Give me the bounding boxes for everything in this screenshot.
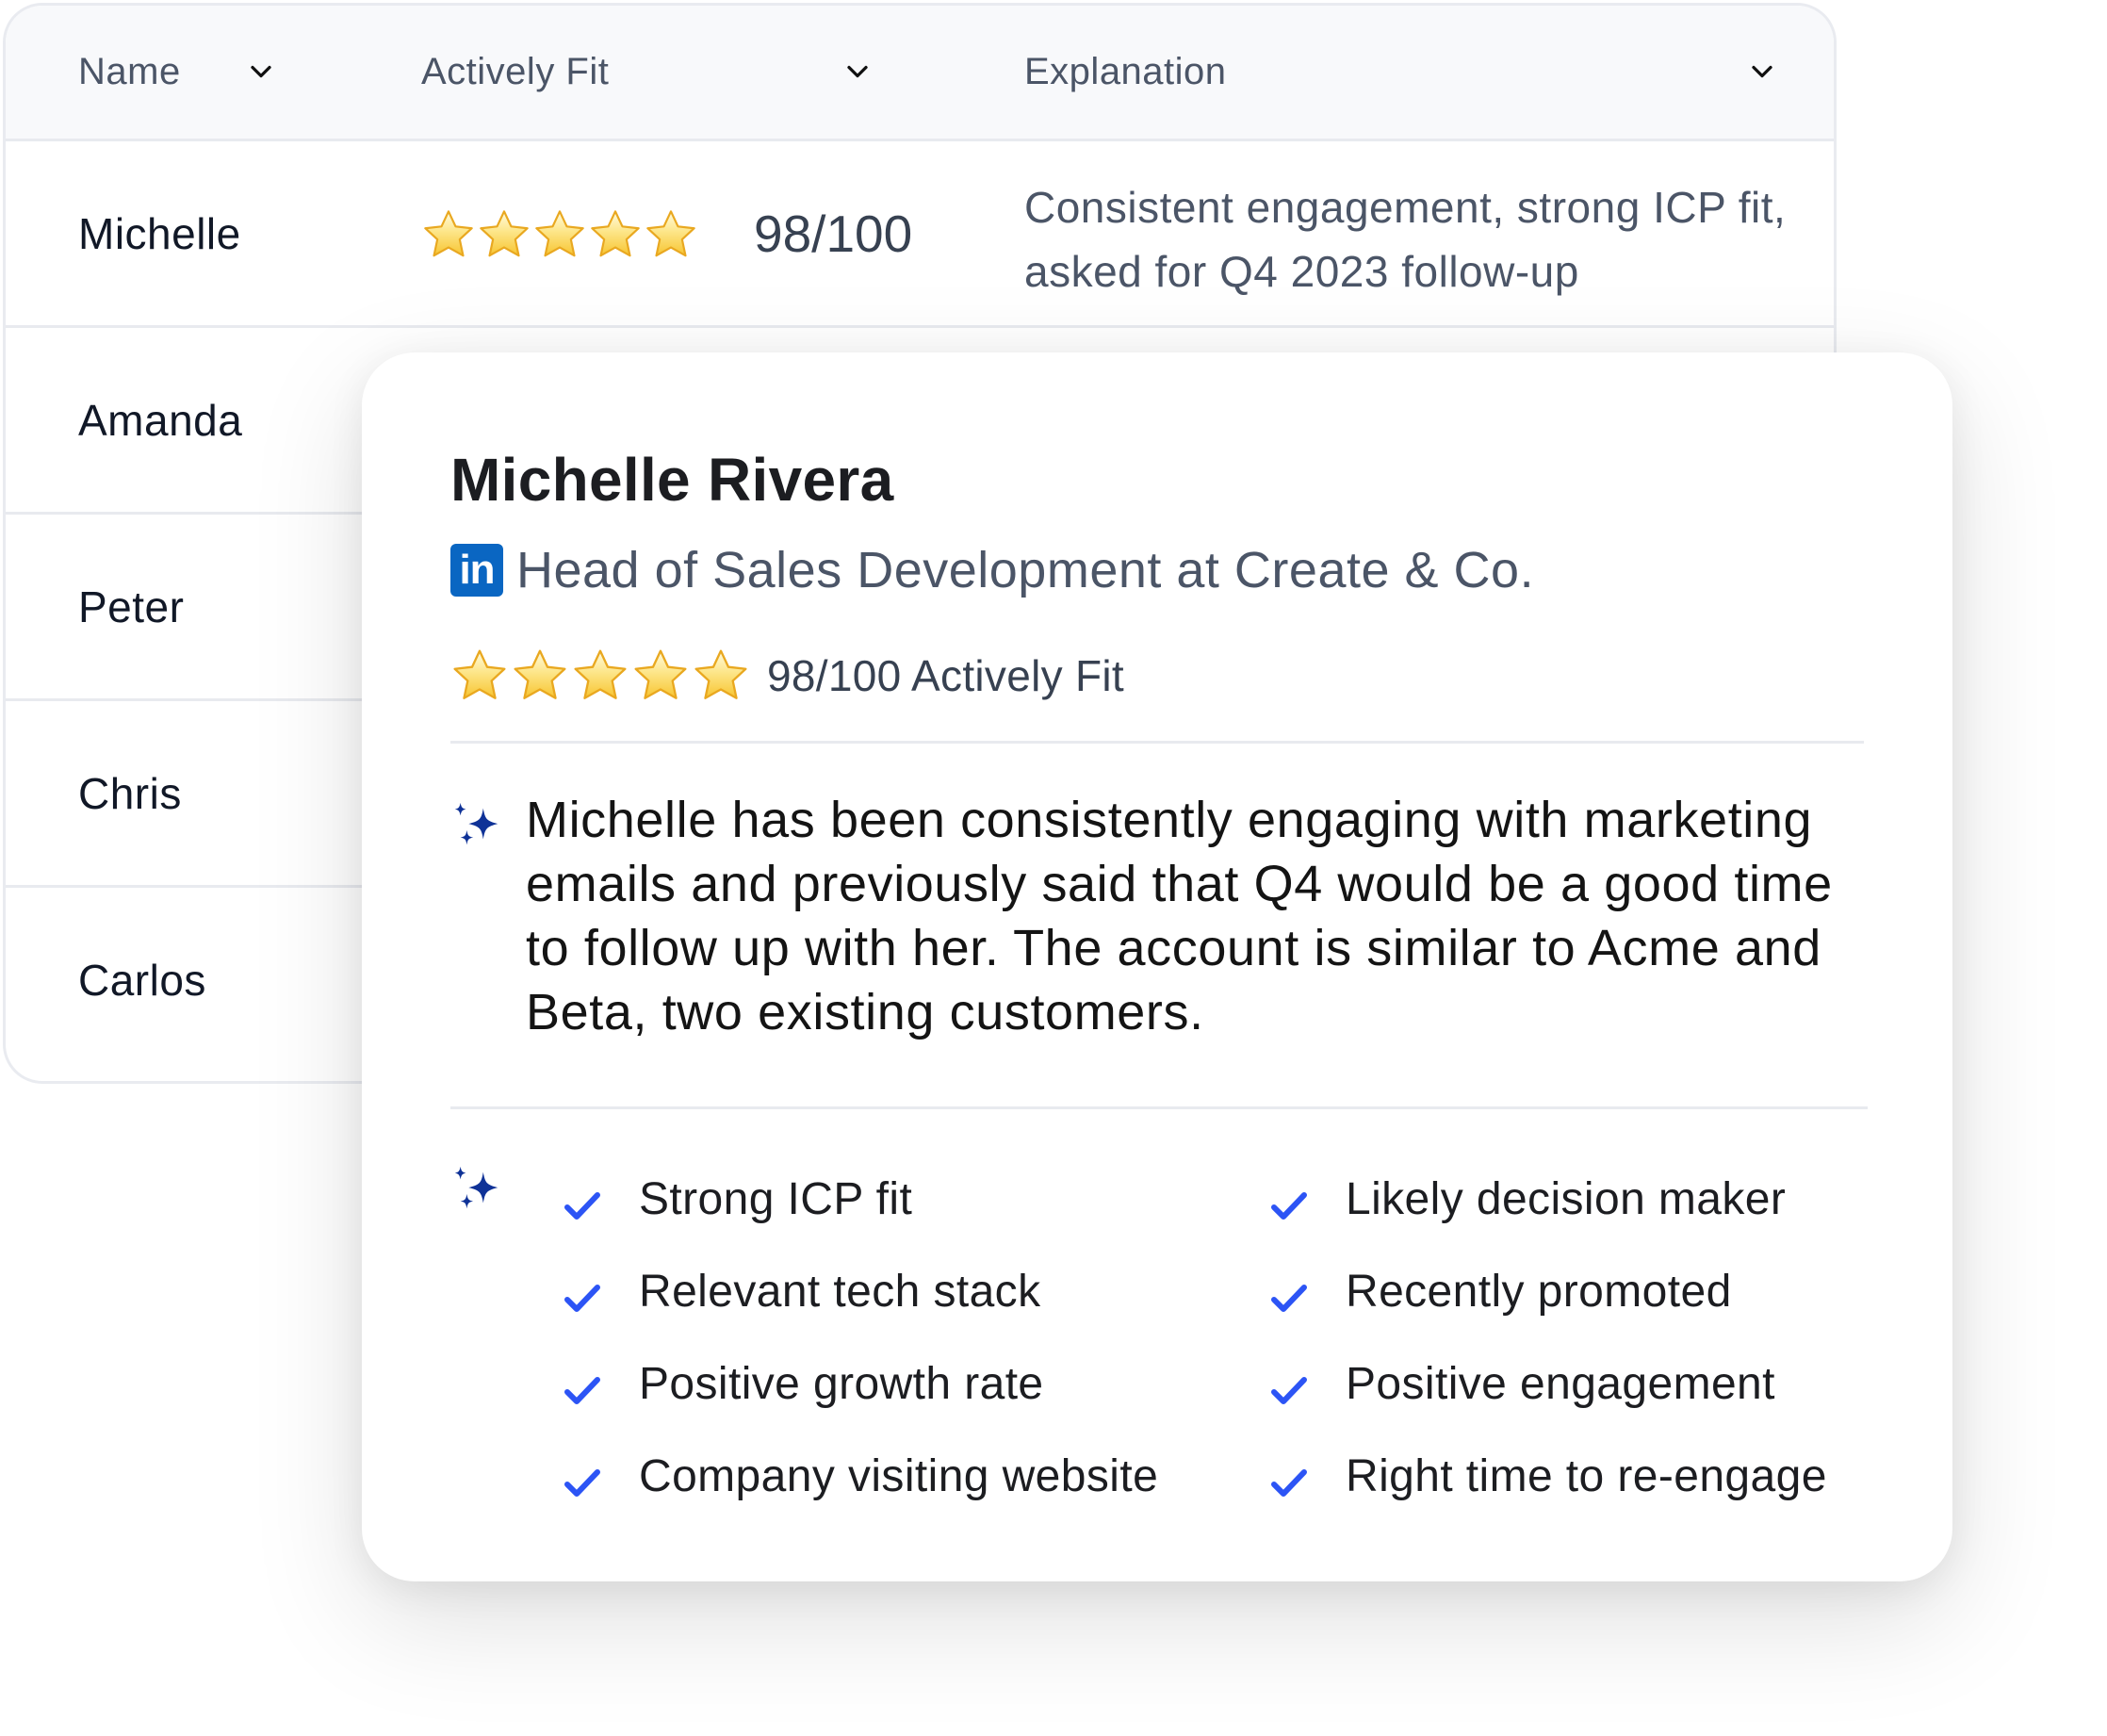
signal-label: Strong ICP fit [639, 1173, 913, 1224]
chevron-down-icon[interactable] [244, 55, 278, 89]
star-icon [694, 649, 747, 699]
check-icon [564, 1285, 600, 1312]
star-icon [574, 649, 627, 699]
profile-rating: 98/100 Actively Fit [450, 647, 1124, 705]
signal-item: Positive engagement [1266, 1337, 1898, 1430]
table-row[interactable]: Michelle 98/100 Consistent engagement, s… [6, 141, 1834, 328]
profile-title: Head of Sales Development at Create & Co… [516, 542, 1535, 598]
column-header-label: Actively Fit [421, 51, 610, 92]
star-icon [480, 210, 529, 257]
linkedin-icon[interactable]: in [450, 544, 503, 597]
star-icon [424, 210, 473, 257]
check-icon [1271, 1192, 1307, 1220]
signal-item: Recently promoted [1266, 1245, 1898, 1337]
row-explanation: Consistent engagement, strong ICP fit, a… [1024, 183, 1787, 296]
star-icon [453, 649, 506, 699]
column-header-label: Name [78, 51, 181, 92]
row-name: Peter [78, 581, 185, 631]
signal-item: Company visiting website [560, 1430, 1266, 1522]
rating-text: 98/100 Actively Fit [767, 651, 1125, 700]
signal-label: Positive engagement [1346, 1358, 1775, 1409]
star-icon [591, 210, 640, 257]
row-name: Amanda [78, 395, 243, 445]
ai-summary: Michelle has been consistently engaging … [526, 792, 1833, 1040]
signal-item: Strong ICP fit [560, 1153, 1266, 1245]
signal-label: Relevant tech stack [639, 1266, 1041, 1317]
star-rating [450, 647, 750, 705]
column-header-explanation[interactable]: Explanation [1024, 6, 1797, 139]
table-header: Name Actively Fit Explanation [6, 6, 1834, 141]
star-icon [634, 649, 687, 699]
check-icon [564, 1377, 600, 1404]
star-icon [646, 210, 695, 257]
column-header-name[interactable]: Name [78, 6, 286, 139]
profile-name: Michelle Rivera [450, 446, 894, 514]
chevron-down-icon[interactable] [1745, 55, 1779, 89]
row-score: 98/100 [754, 204, 913, 263]
signal-label: Company visiting website [639, 1450, 1159, 1501]
row-name: Carlos [78, 955, 206, 1005]
sparkle-icon [454, 1166, 498, 1209]
profile-title-row: in Head of Sales Development at Create &… [450, 541, 1534, 599]
signal-label: Likely decision maker [1346, 1173, 1787, 1224]
check-icon [564, 1192, 600, 1220]
row-name: Chris [78, 768, 182, 818]
signal-item: Positive growth rate [560, 1337, 1266, 1430]
sparkle-icon [454, 802, 498, 845]
star-icon [535, 210, 584, 257]
signal-label: Right time to re-engage [1346, 1450, 1827, 1501]
check-icon [1271, 1377, 1307, 1404]
profile-card: Michelle Rivera in Head of Sales Develop… [362, 352, 1952, 1581]
divider [450, 1106, 1868, 1109]
column-header-label: Explanation [1024, 51, 1227, 92]
signal-item: Right time to re-engage [1266, 1430, 1898, 1522]
signal-label: Recently promoted [1346, 1266, 1732, 1317]
check-icon [564, 1469, 600, 1497]
row-name: Michelle [78, 208, 241, 258]
signal-list: Strong ICP fit Likely decision maker Rel… [560, 1153, 1898, 1522]
check-icon [1271, 1469, 1307, 1497]
check-icon [1271, 1285, 1307, 1312]
column-header-actively-fit[interactable]: Actively Fit [421, 6, 892, 139]
star-icon [514, 649, 566, 699]
star-rating [421, 207, 698, 262]
divider [450, 741, 1864, 744]
signal-item: Likely decision maker [1266, 1153, 1898, 1245]
signal-label: Positive growth rate [639, 1358, 1044, 1409]
chevron-down-icon[interactable] [841, 55, 874, 89]
signal-item: Relevant tech stack [560, 1245, 1266, 1337]
